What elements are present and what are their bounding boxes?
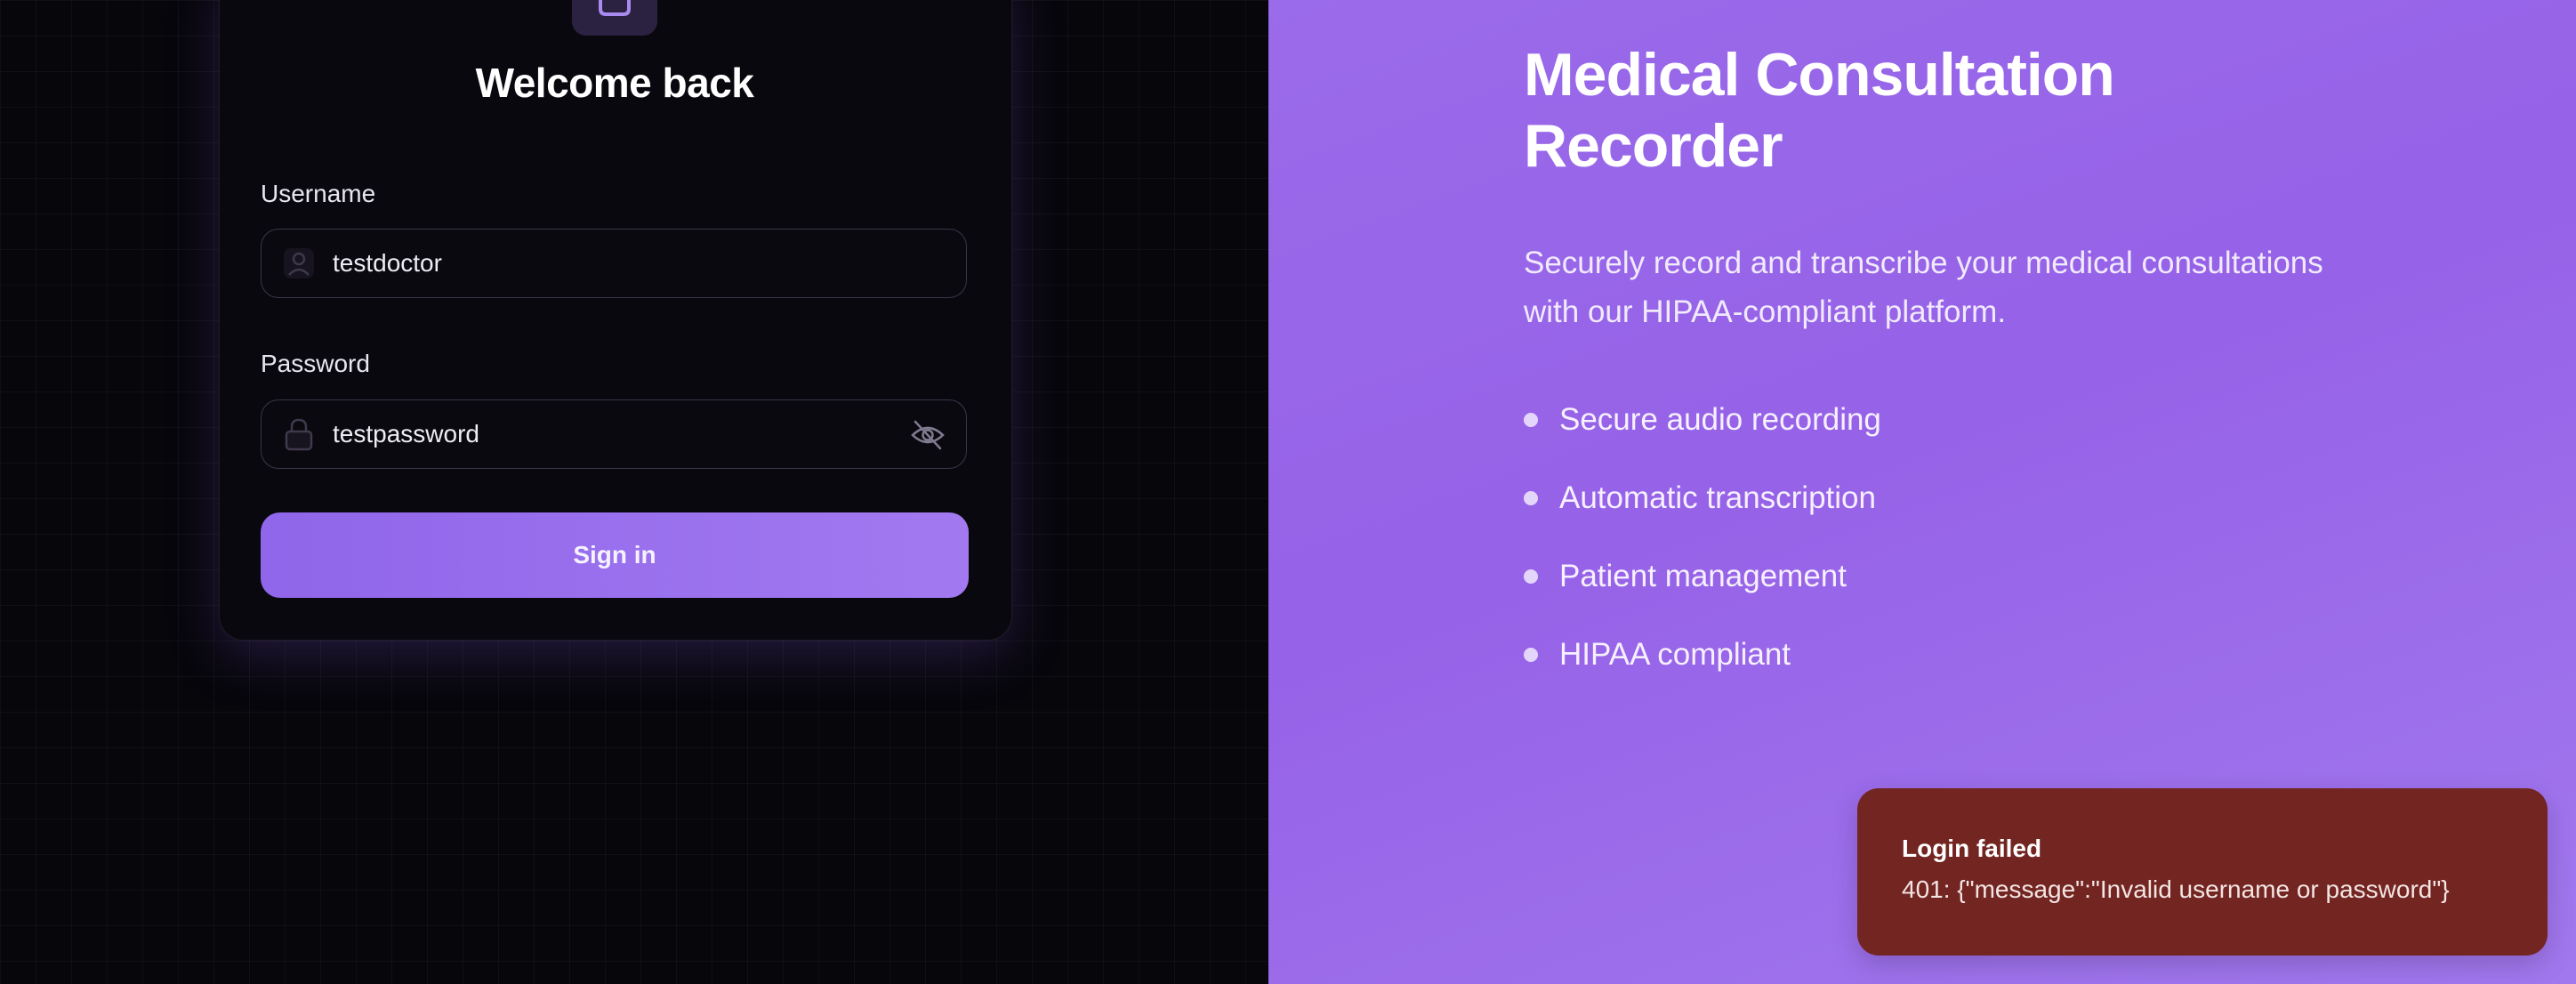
bullet-icon [1524,569,1538,584]
feature-item: Patient management [1524,550,1881,628]
feature-label: HIPAA compliant [1559,637,1791,672]
error-toast[interactable]: Login failed 401: {"message":"Invalid us… [1857,788,2548,956]
feature-label: Automatic transcription [1559,480,1876,515]
toast-message: 401: {"message":"Invalid username or pas… [1902,875,2450,903]
password-label: Password [261,350,370,377]
feature-list: Secure audio recording Automatic transcr… [1524,393,1881,706]
feature-label: Patient management [1559,559,1847,593]
bullet-icon [1524,413,1538,427]
app-logo [572,0,657,36]
user-icon [281,246,317,281]
sign-in-button[interactable]: Sign in [261,512,969,598]
promo-description: Securely record and transcribe your medi… [1524,246,2323,329]
username-label: Username [261,180,376,207]
bullet-icon [1524,491,1538,505]
feature-item: Secure audio recording [1524,393,1881,472]
username-field[interactable]: testdoctor [261,229,967,298]
lock-icon [281,416,317,452]
promo-title: Medical Consultation Recorder [1524,41,2115,180]
toast-title: Login failed [1902,835,2042,862]
bullet-icon [1524,648,1538,662]
feature-item: Automatic transcription [1524,472,1881,550]
welcome-heading: Welcome back [475,60,754,106]
username-input[interactable]: testdoctor [333,230,442,297]
password-input[interactable]: testpassword [333,400,479,468]
eye-off-icon[interactable] [909,416,946,454]
feature-item: HIPAA compliant [1524,628,1881,706]
feature-label: Secure audio recording [1559,402,1881,437]
app-logo-icon [599,0,631,16]
password-field[interactable]: testpassword [261,399,967,469]
login-panel: Welcome back Username testdoctor Passwor… [0,0,1268,984]
